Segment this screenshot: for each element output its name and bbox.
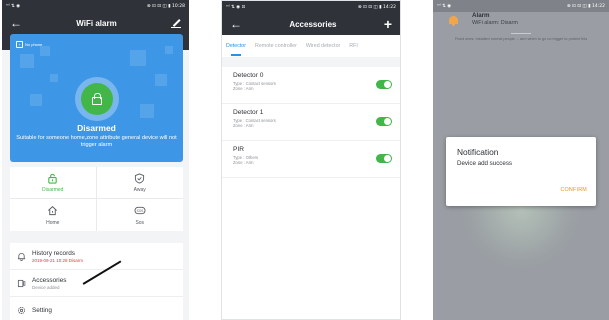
tab-detector[interactable]: Detector <box>226 43 246 49</box>
dialog-title: Notification <box>457 147 499 157</box>
nav-bar: ← Accessories + <box>222 13 400 35</box>
list-spacer <box>222 57 400 67</box>
device-zone: Zone : Arm <box>233 160 254 166</box>
menu-item-setting[interactable]: Setting <box>10 297 183 320</box>
status-left: ᵐˡ ⇅ ◉ <box>6 3 21 9</box>
unlock-icon <box>47 172 59 184</box>
device-zone: Zone : Arm <box>233 86 254 92</box>
alarm-bell-icon <box>449 16 458 26</box>
status-right: ⊗ ⊡ ⊡ ◫ ▮ 14:22 <box>357 4 396 10</box>
device-name: Detector 1 <box>233 109 264 116</box>
device-list: Detector 0 Type : Contact sensors Zone :… <box>222 67 400 178</box>
banner-backdrop <box>433 12 609 34</box>
mode-label: Sos <box>135 219 145 226</box>
back-arrow-icon[interactable]: ← <box>230 18 242 30</box>
mode-grid: Disarmed Away Home SOS Sos <box>10 167 183 231</box>
shield-icon <box>134 172 146 184</box>
notification-dialog: Notification Device add success CONFIRM <box>446 137 596 206</box>
device-name: Detector 0 <box>233 72 264 79</box>
notification-subtitle: WiFi alarm: Disarm <box>472 20 518 26</box>
mode-home[interactable]: Home <box>10 199 97 231</box>
svg-text:SOS: SOS <box>136 209 143 213</box>
device-name: PIR <box>233 146 244 153</box>
menu-item-title: History records <box>32 249 75 257</box>
status-right: ⊗ ⊡ ⊡ ◫ ▮ 10:28 <box>146 3 185 9</box>
status-bar: ᵐˡ ⇅ ◉ ⊡ ⊗ ⊡ ⊡ ◫ ▮ 14:22 <box>222 1 400 13</box>
no-phone-label: No phone <box>25 42 43 47</box>
mode-away[interactable]: Away <box>96 167 183 199</box>
confirm-button[interactable]: CONFIRM <box>560 187 587 193</box>
mode-disarmed[interactable]: Disarmed <box>10 167 97 199</box>
page-title: WiFi alarm <box>76 18 117 28</box>
status-bar: ᵐˡ ⇅ ◉ ⊗ ⊡ ⊡ ◫ ▮ 10:28 <box>2 0 189 12</box>
arm-toggle-button[interactable] <box>81 83 113 115</box>
sos-icon: SOS <box>134 205 146 217</box>
alarm-state-title: Disarmed <box>77 123 116 133</box>
screenshot-stage: ᵐˡ ⇅ ◉ ⊗ ⊡ ⊡ ◫ ▮ 10:28 ← WiFi alarm + No… <box>0 0 609 320</box>
device-zone: Zone : Arm <box>233 123 254 129</box>
tab-remote-controller[interactable]: Remote controller <box>255 43 297 49</box>
back-arrow-icon[interactable]: ← <box>10 17 22 29</box>
notification-title: Alarm <box>472 12 490 19</box>
menu-item-title: Setting <box>32 307 52 314</box>
add-accessory-icon[interactable]: + <box>384 17 392 31</box>
mode-sos[interactable]: SOS Sos <box>97 199 184 231</box>
device-toggle[interactable] <box>376 154 392 163</box>
gear-icon <box>16 306 26 316</box>
active-tab-indicator <box>231 54 241 56</box>
page-title: Accessories <box>289 19 337 29</box>
tab-wired-detector[interactable]: Wired detector <box>306 43 340 49</box>
device-toggle[interactable] <box>376 117 392 126</box>
alarm-status-card: + No phone Disarmed Suitable for someone… <box>10 34 183 162</box>
edit-icon[interactable] <box>170 18 181 28</box>
home-icon <box>47 205 59 217</box>
notification-screen: ᵐˡ ⇅ ◉ ⊗ ⊡ ⊡ ◫ ▮ 14:22 Alarm WiFi alarm:… <box>433 0 609 320</box>
device-toggle[interactable] <box>376 80 392 89</box>
nav-bar: ← WiFi alarm <box>2 12 189 34</box>
status-left: ᵐˡ ⇅ ◉ <box>437 3 452 9</box>
no-phone-indicator[interactable]: + No phone <box>16 41 42 48</box>
accessory-icon <box>16 278 26 288</box>
drag-handle <box>511 33 531 34</box>
unlock-icon <box>92 92 102 105</box>
list-item[interactable]: Detector 1 Type : Contact sensors Zone :… <box>222 104 400 141</box>
background-hint-text: Fixed ones: Installed normal people ... … <box>454 37 588 41</box>
mode-label: Disarmed <box>42 187 64 193</box>
menu-item-history[interactable]: History records 2019-09-21 10:28 Disarm <box>10 243 183 270</box>
menu-list: History records 2019-09-21 10:28 Disarm … <box>10 243 183 320</box>
dialog-message: Device add success <box>457 160 513 167</box>
phone-icon: + <box>16 41 23 48</box>
accessory-tabs: Detector Remote controller Wired detecto… <box>222 35 400 57</box>
accessories-screen: ᵐˡ ⇅ ◉ ⊡ ⊗ ⊡ ⊡ ◫ ▮ 14:22 ← Accessories +… <box>221 0 401 320</box>
mode-label: Home <box>46 219 60 226</box>
bell-icon <box>16 251 26 261</box>
last-record-timestamp: 2019-09-21 10:28 Disarm <box>32 257 84 263</box>
alarm-state-description: Suitable for someone home,zone attribute… <box>16 135 177 148</box>
app-header: ᵐˡ ⇅ ◉ ⊡ ⊗ ⊡ ⊡ ◫ ▮ 14:22 ← Accessories + <box>222 1 400 35</box>
status-right: ⊗ ⊡ ⊡ ◫ ▮ 14:22 <box>566 3 605 9</box>
menu-item-accessories[interactable]: Accessories Device added <box>10 260 183 297</box>
mode-label: Away <box>133 187 146 193</box>
status-left: ᵐˡ ⇅ ◉ ⊡ <box>226 4 246 10</box>
tab-rf[interactable]: RFI <box>349 43 358 49</box>
menu-item-subtitle: Device added <box>32 284 60 290</box>
list-item[interactable]: PIR Type : Others Zone : Arm <box>222 141 400 178</box>
list-item[interactable]: Detector 0 Type : Contact sensors Zone :… <box>222 67 400 104</box>
menu-item-title: Accessories <box>32 276 67 284</box>
status-bar: ᵐˡ ⇅ ◉ ⊗ ⊡ ⊡ ◫ ▮ 14:22 <box>433 0 609 12</box>
wifi-alarm-screen: ᵐˡ ⇅ ◉ ⊗ ⊡ ⊡ ◫ ▮ 10:28 ← WiFi alarm + No… <box>2 0 189 320</box>
